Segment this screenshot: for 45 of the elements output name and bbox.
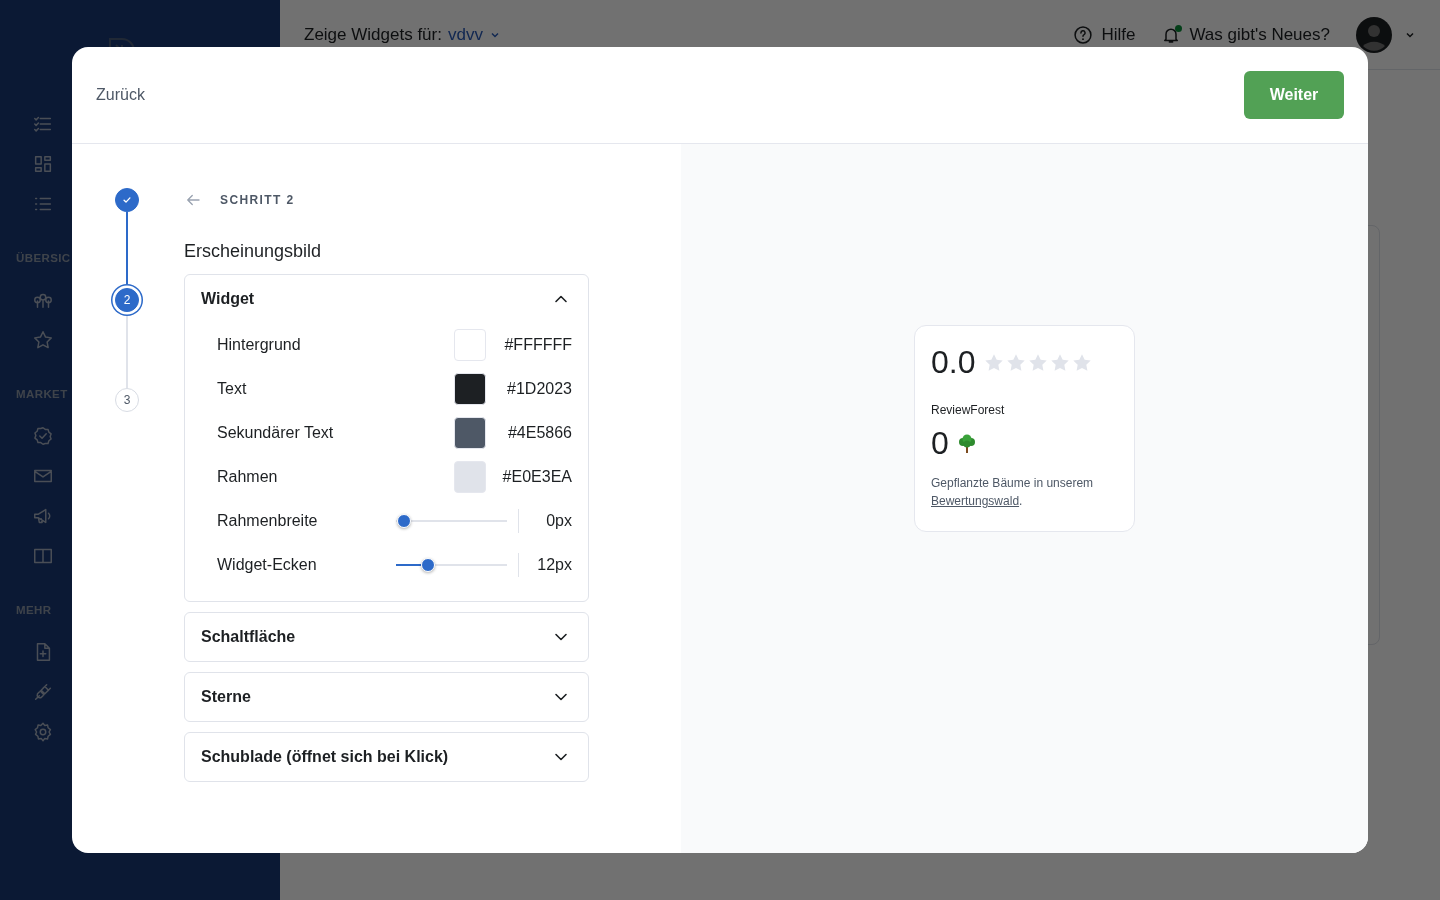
field-label: Text [217,380,248,398]
color-swatch[interactable] [454,329,486,361]
plug-icon[interactable] [32,681,54,703]
widget-filter-label: Zeige Widgets für: [304,24,442,45]
user-menu[interactable] [1356,16,1416,53]
tree-caption: Gepflanzte Bäume in unserem Bewertungswald. [931,475,1095,510]
step-indicator[interactable]: 2 [115,288,139,312]
color-value: #1D2023 [506,380,572,398]
star-icon[interactable] [32,329,54,351]
field-label: Widget-Ecken [217,556,318,574]
slider-thumb[interactable] [420,558,435,572]
accordion-header[interactable]: Schublade (öffnet sich bei Klick) [185,733,588,781]
step-label: SCHRITT 2 [220,193,295,207]
help-link[interactable]: Hilfe [1073,24,1136,45]
settings-icon[interactable] [32,721,54,743]
avatar-icon [1356,16,1392,53]
section-heading: Erscheinungsbild [184,241,323,262]
color-swatch[interactable] [454,461,486,493]
accordion-header[interactable]: Widget [185,275,588,323]
whats-new-link[interactable]: Was gibt's Neues? [1161,24,1330,45]
help-icon [1073,24,1094,45]
color-swatch[interactable] [454,417,486,449]
step-indicator[interactable]: 3 [115,388,139,412]
color-value: #FFFFFF [503,336,572,354]
field-label: Rahmen [217,468,279,486]
color-value: #E0E3EA [501,468,572,486]
rating-score: 0.0 [931,344,976,381]
slider-value: 0px [518,509,572,533]
accordion-header[interactable]: Sterne [185,673,588,721]
check-icon [122,195,132,205]
field-label: Hintergrund [217,336,302,354]
badge-check-icon[interactable] [32,425,54,447]
color-swatch[interactable] [454,373,486,405]
field-label: Rahmenbreite [217,512,319,530]
tree-icon [956,433,977,454]
field-label: Sekundärer Text [217,424,335,442]
back-button[interactable]: Zurück [96,78,145,112]
dashboard-icon[interactable] [32,153,54,175]
accordion-header[interactable]: Schaltfläche [185,613,588,661]
brand-name: ReviewForest [931,403,1006,417]
slider-thumb[interactable] [397,514,411,528]
tree-count: 0 [931,425,949,462]
slider-value: 12px [518,553,572,577]
step-indicator[interactable] [115,188,139,212]
color-value: #4E5866 [506,424,572,442]
